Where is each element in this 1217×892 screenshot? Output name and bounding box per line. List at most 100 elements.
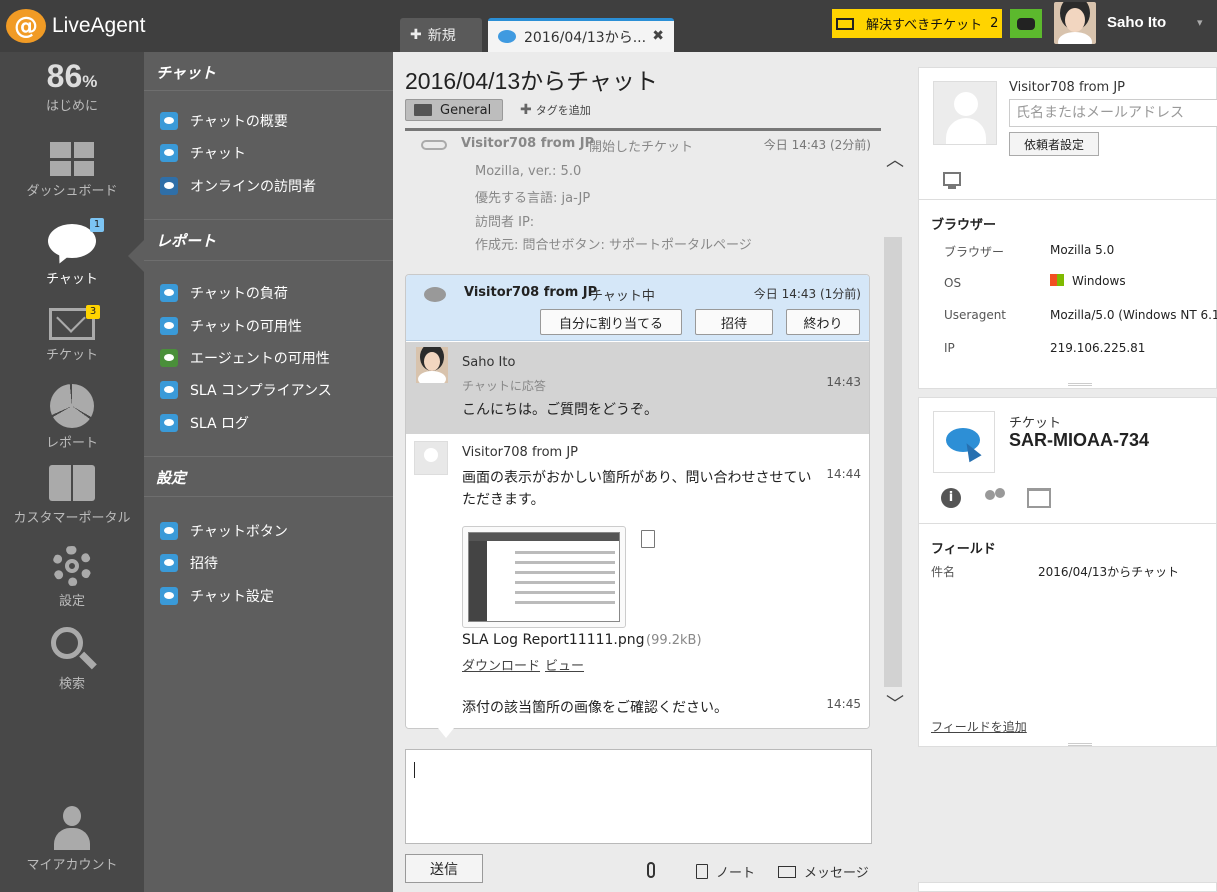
divider: [144, 496, 393, 497]
nav-label: 検索: [58, 677, 85, 692]
agent-availability-icon: [160, 349, 178, 367]
visitor-avatar: [414, 441, 448, 475]
submenu-item[interactable]: チャット設定: [160, 586, 274, 606]
info-value: Windows: [1072, 274, 1126, 288]
chat-bubble-icon: [424, 287, 446, 302]
assign-to-me-button[interactable]: 自分に割り当てる: [540, 309, 682, 335]
submenu-item[interactable]: チャットの概要: [160, 111, 288, 131]
add-tag-button[interactable]: ✚ タグを追加: [520, 102, 591, 118]
plus-icon: ✚: [410, 27, 422, 43]
visitor-avatar: [933, 81, 997, 145]
submenu-item[interactable]: オンラインの訪問者: [160, 176, 316, 196]
divider: [405, 128, 881, 131]
chat-overview-icon: [160, 112, 178, 130]
view-link[interactable]: ビュー: [545, 655, 584, 674]
avatar[interactable]: [1054, 2, 1096, 44]
attachment-thumbnail[interactable]: [462, 526, 626, 628]
nav-label: はじめに: [45, 99, 98, 114]
sla-compliance-icon: [160, 381, 178, 399]
submenu-item[interactable]: チャットの負荷: [160, 283, 288, 303]
nav-tickets[interactable]: 3 チケット: [0, 303, 144, 363]
submenu-item[interactable]: SLA コンプライアンス: [160, 380, 332, 400]
attach-button[interactable]: [647, 862, 655, 878]
submenu-item[interactable]: チャット: [160, 143, 246, 163]
submenu-heading: チャット: [156, 64, 216, 82]
department-button[interactable]: General: [405, 99, 503, 121]
card-pointer: [438, 728, 454, 738]
info-key: ブラウザー: [944, 245, 1005, 259]
scroll-down-icon[interactable]: ﹀: [886, 690, 904, 716]
nav-reports[interactable]: レポート: [0, 384, 144, 451]
avatar: [416, 347, 448, 383]
liveagent-logo[interactable]: @ LiveAgent: [6, 6, 166, 46]
note-button[interactable]: ノート: [696, 862, 755, 881]
chevron-down-icon[interactable]: ▾: [1197, 16, 1203, 29]
scroll-up-icon[interactable]: ︿: [886, 146, 904, 172]
invite-button[interactable]: 招待: [695, 309, 773, 335]
message-time: 14:45: [826, 697, 861, 711]
submenu-item[interactable]: エージェントの可用性: [160, 348, 330, 368]
nav-search[interactable]: 検索: [0, 627, 144, 692]
submenu-item[interactable]: チャットボタン: [160, 521, 288, 541]
progress-unit: %: [82, 72, 98, 91]
chat-badge: 1: [90, 218, 104, 232]
book-icon[interactable]: [1027, 488, 1051, 508]
chat-conversation: Visitor708 from JP チャット中 今日 14:43 (1分前) …: [405, 274, 870, 729]
nav-dashboard[interactable]: ダッシュボード: [0, 142, 144, 199]
set-requester-button[interactable]: 依頼者設定: [1009, 132, 1099, 156]
tickets-to-resolve-button[interactable]: 解決すべきチケット 2: [832, 9, 1002, 38]
nav-my-account[interactable]: マイアカウント: [0, 806, 144, 873]
chat-time: 今日 14:43 (1分前): [753, 287, 861, 301]
event-action: 開始したチケット: [589, 140, 694, 155]
visitor-info-line: Mozilla, ver.: 5.0: [475, 164, 582, 179]
end-chat-button[interactable]: 終わり: [786, 309, 860, 335]
alert-label: 解決すべきチケット: [866, 18, 983, 33]
monitor-icon[interactable]: [943, 172, 961, 189]
nav-customer-portal[interactable]: カスタマーポータル: [0, 465, 144, 526]
people-icon[interactable]: [983, 488, 1007, 508]
divider: [144, 456, 393, 457]
reply-textarea[interactable]: [405, 749, 872, 844]
chat-load-icon: [160, 284, 178, 302]
scrollbar[interactable]: [884, 237, 902, 687]
resize-handle[interactable]: [1068, 743, 1092, 746]
paperclip-icon: [647, 862, 655, 878]
info-key: OS: [944, 276, 962, 290]
send-button[interactable]: 送信: [405, 854, 483, 883]
details-column: Visitor708 from JP 依頼者設定 ブラウザー ブラウザー Moz…: [907, 52, 1217, 892]
chat-submenu: チャット チャットの概要 チャット オンラインの訪問者 レポート チャットの負荷…: [144, 52, 393, 892]
divider: [144, 90, 393, 91]
nav-label: マイアカウント: [26, 858, 118, 873]
event-time: 今日 14:43 (2分前): [763, 138, 871, 152]
invitation-icon: [160, 554, 178, 572]
divider: [144, 219, 393, 220]
resize-handle[interactable]: [1068, 383, 1092, 386]
tab-chat[interactable]: 2016/04/13から... ✖: [488, 18, 674, 52]
progress-value: 86: [46, 58, 83, 94]
nav-settings[interactable]: 設定: [0, 546, 144, 609]
submenu-heading: 設定: [156, 469, 187, 487]
download-link[interactable]: ダウンロード: [462, 655, 540, 674]
submenu-label: チャット設定: [190, 589, 274, 605]
add-field-link[interactable]: フィールドを追加: [931, 718, 1027, 735]
user-name[interactable]: Saho Ito: [1107, 14, 1166, 31]
submenu-item[interactable]: チャットの可用性: [160, 316, 302, 336]
nav-label: 設定: [58, 594, 85, 609]
submenu-item[interactable]: SLA ログ: [160, 413, 249, 433]
nav-chat[interactable]: 1 チャット: [0, 218, 144, 287]
tab-new[interactable]: ✚ 新規: [400, 18, 482, 52]
submenu-item[interactable]: 招待: [160, 553, 218, 573]
message-text: 画面の表示がおかしい箇所があり、問い合わせさせていただきます。: [462, 470, 812, 508]
info-icon[interactable]: i: [941, 488, 961, 508]
main-navigation: 86% はじめに ダッシュボード 1 チャット 3 チケット レポート カスタマ…: [0, 52, 144, 892]
name-or-email-input[interactable]: [1009, 99, 1217, 127]
logo-mark: @: [6, 9, 46, 43]
nav-getting-started[interactable]: 86% はじめに: [0, 58, 144, 114]
chat-status-button[interactable]: [1010, 9, 1042, 38]
ticket-chat-icon: [933, 411, 995, 473]
close-icon[interactable]: ✖: [652, 28, 664, 44]
book-icon: [49, 465, 95, 503]
message-button[interactable]: メッセージ: [778, 862, 869, 881]
tab-chat-label: 2016/04/13から...: [524, 29, 647, 46]
message-time: 14:44: [826, 467, 861, 481]
